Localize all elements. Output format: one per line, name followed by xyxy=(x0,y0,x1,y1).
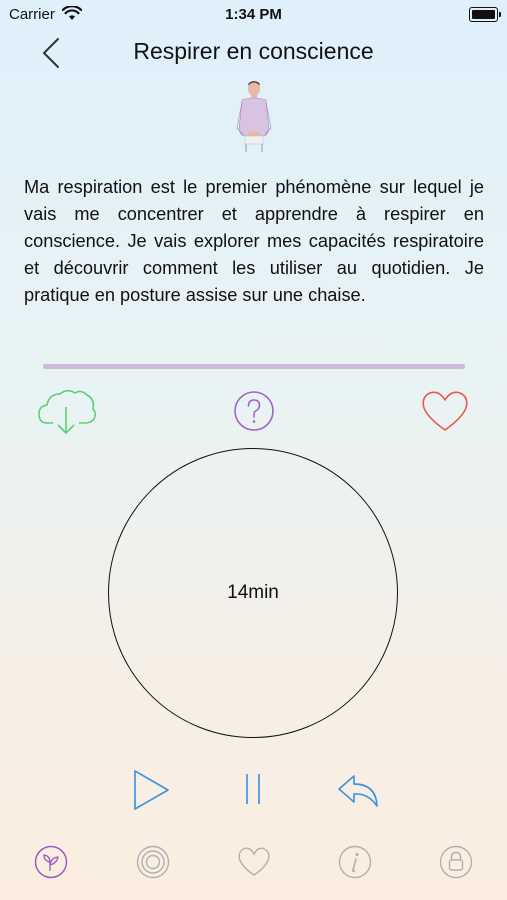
tab-target-icon[interactable] xyxy=(136,845,170,879)
question-icon[interactable] xyxy=(233,390,275,432)
replay-icon[interactable] xyxy=(336,770,380,810)
heart-icon[interactable] xyxy=(420,388,470,434)
session-duration: 14min xyxy=(227,582,279,603)
progress-bar[interactable] xyxy=(43,364,465,369)
session-description: Ma respiration est le premier phénomène … xyxy=(24,177,484,305)
cloud-download-icon[interactable] xyxy=(37,385,97,437)
page-title: Respirer en conscience xyxy=(133,38,374,64)
pause-icon[interactable] xyxy=(240,772,266,806)
battery-icon xyxy=(469,7,501,22)
tab-lock-icon[interactable] xyxy=(439,845,473,879)
seated-person-illustration xyxy=(236,81,272,152)
tab-info-icon[interactable] xyxy=(338,845,372,879)
status-bar: Carrier 1:34 PM xyxy=(0,0,507,28)
play-icon[interactable] xyxy=(131,768,171,812)
tab-heart-icon[interactable] xyxy=(237,845,271,879)
tab-sprout-icon[interactable] xyxy=(34,845,68,879)
status-time: 1:34 PM xyxy=(225,6,282,23)
